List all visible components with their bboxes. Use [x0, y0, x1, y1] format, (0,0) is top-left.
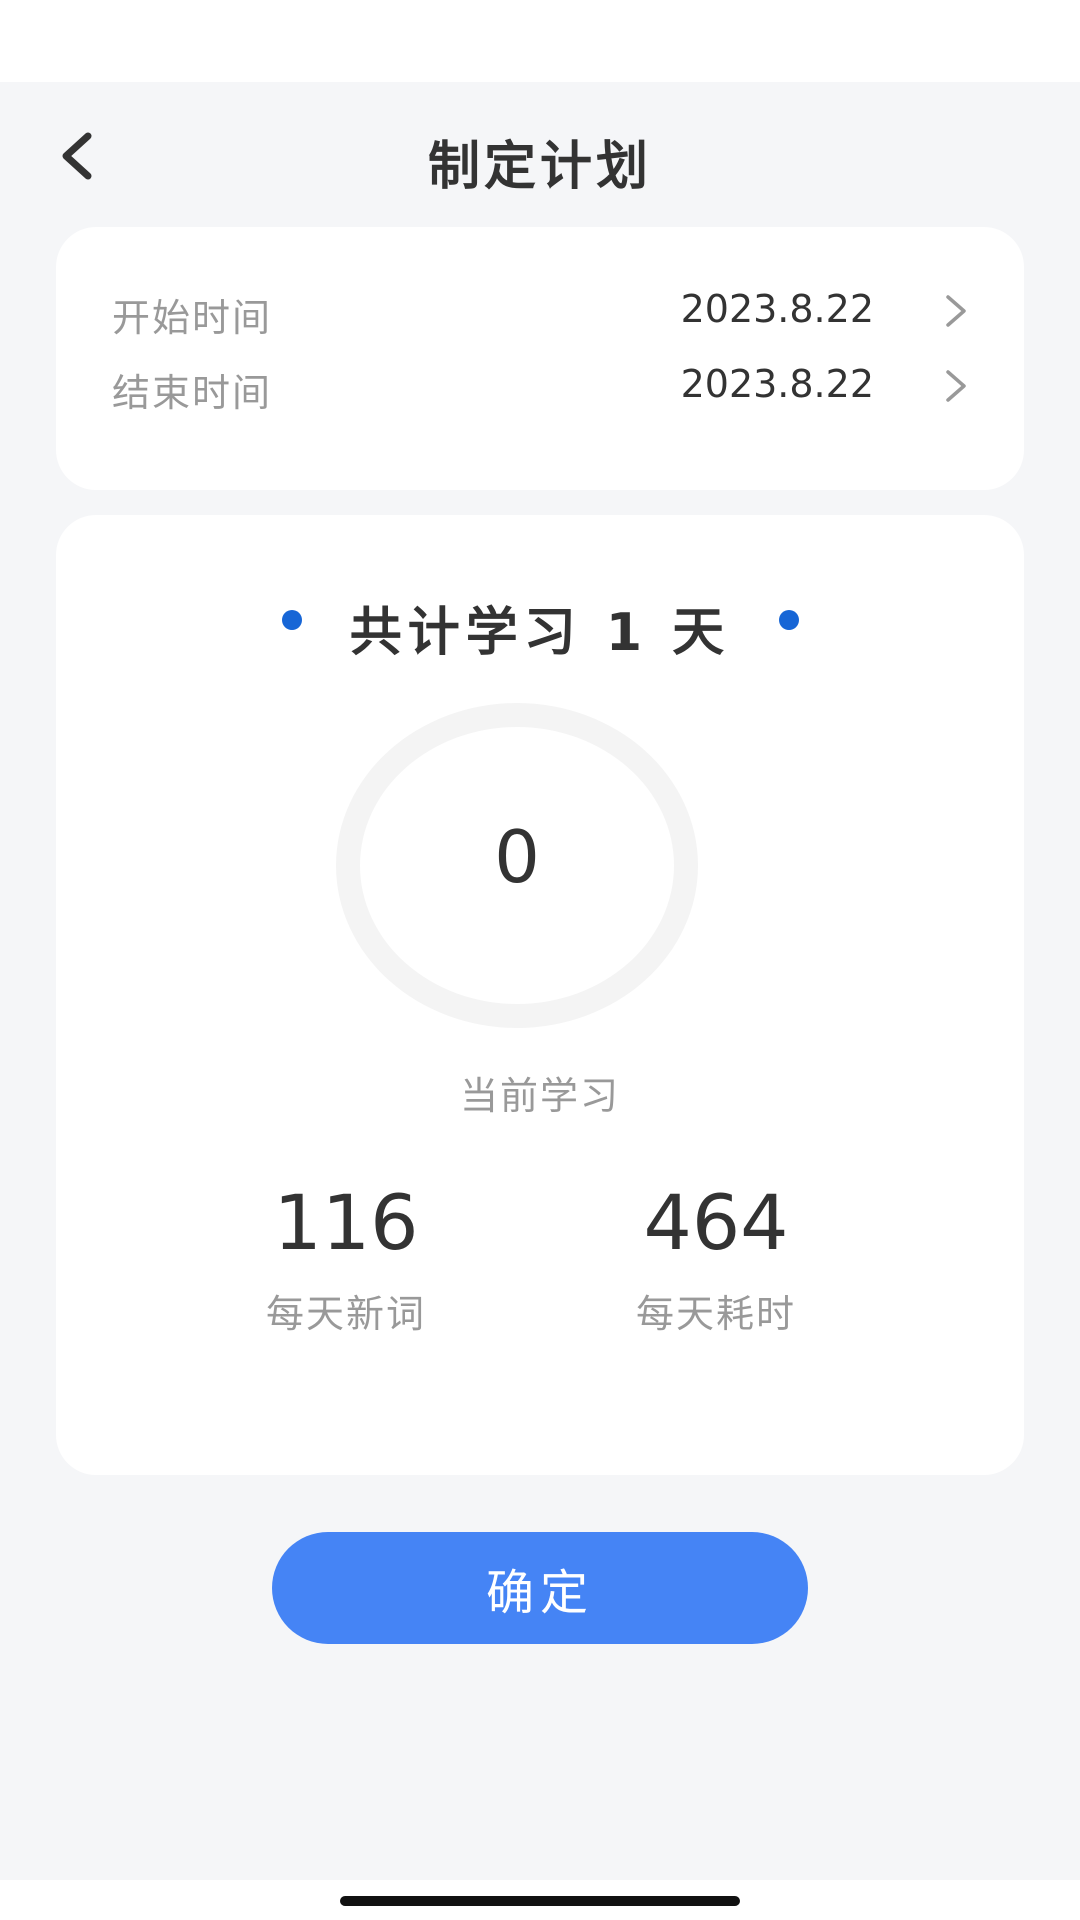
status-bar: [0, 0, 1080, 82]
study-summary-card: 共计学习 1 天 0 当前学习 116 每天新词 464 每天耗时: [56, 515, 1024, 1475]
confirm-button[interactable]: 确定: [272, 1532, 808, 1644]
daily-time-value: 464: [643, 1178, 789, 1267]
total-days: 共计学习 1 天: [56, 590, 1024, 670]
page-title: 制定计划: [427, 137, 652, 197]
decor-dot-right: [779, 610, 799, 630]
daily-new-words-label: 每天新词: [265, 1292, 426, 1336]
end-date-value: 2023.8.22: [680, 362, 874, 406]
chevron-right-icon: [946, 295, 966, 327]
end-date-label: 结束时间: [112, 371, 273, 415]
date-range-card: 开始时间 2023.8.22 结束时间 2023.8.22: [56, 227, 1024, 490]
current-study-label: 当前学习: [459, 1074, 620, 1118]
start-date-value: 2023.8.22: [680, 287, 874, 331]
nav-bar: 制定计划: [0, 82, 1080, 232]
daily-time-label: 每天耗时: [635, 1292, 796, 1336]
daily-new-words-value: 116: [273, 1178, 419, 1267]
daily-time: 464 每天耗时: [586, 1185, 846, 1338]
home-indicator[interactable]: [340, 1896, 740, 1906]
end-date-row[interactable]: 结束时间 2023.8.22: [56, 352, 1024, 422]
daily-new-words: 116 每天新词: [216, 1185, 476, 1338]
chevron-right-icon: [946, 370, 966, 402]
current-study-value: 0: [494, 815, 540, 899]
total-days-text: 共计学习 1 天: [349, 603, 731, 663]
start-date-row[interactable]: 开始时间 2023.8.22: [56, 277, 1024, 347]
start-date-label: 开始时间: [112, 296, 273, 340]
